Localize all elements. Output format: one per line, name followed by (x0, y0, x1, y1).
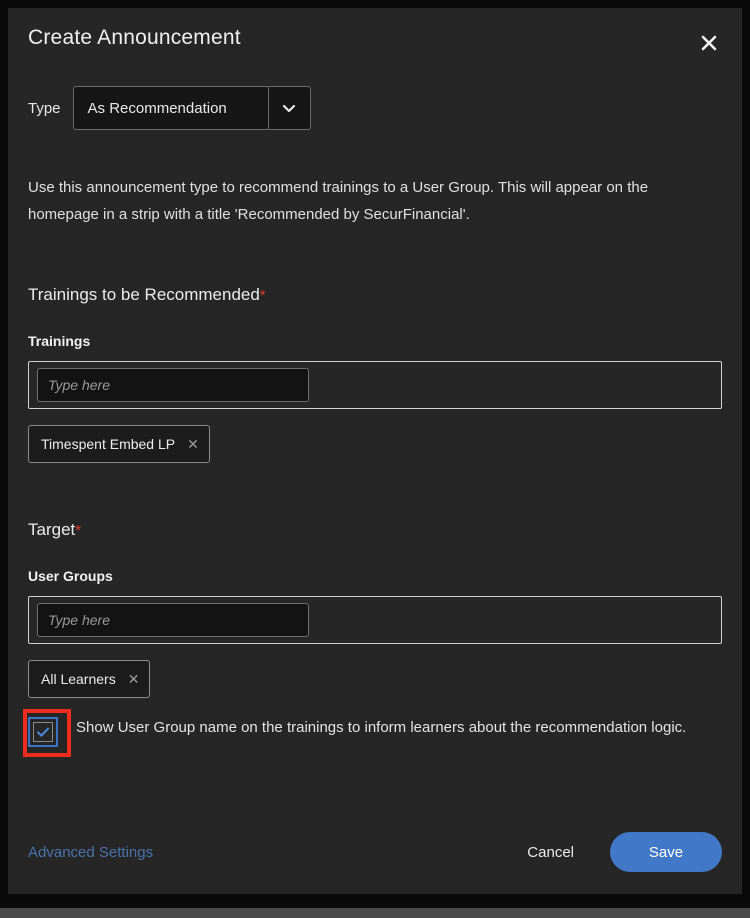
type-select-value: As Recommendation (87, 99, 227, 117)
page-title: Create Announcement (28, 26, 241, 49)
advanced-settings-link[interactable]: Advanced Settings (28, 844, 153, 861)
trainings-token-box[interactable] (28, 361, 722, 409)
trainings-search-input[interactable] (37, 368, 309, 402)
list-item[interactable]: All Learners ✕ (28, 660, 151, 698)
close-icon[interactable] (696, 30, 722, 56)
target-section-heading-text: Target (28, 520, 76, 539)
trainings-section-heading-text: Trainings to be Recommended (28, 285, 260, 304)
checkmark-icon (36, 727, 50, 737)
show-user-group-name-row: Show User Group name on the trainings to… (23, 709, 722, 757)
show-user-group-name-checkbox[interactable] (28, 717, 58, 747)
type-description: Use this announcement type to recommend … (28, 179, 649, 223)
close-icon[interactable]: ✕ (187, 437, 199, 451)
trainings-chip-list: Timespent Embed LP ✕ (28, 425, 722, 463)
checkbox-box (33, 722, 53, 742)
trainings-field-label: Trainings (28, 333, 91, 349)
page-background: Create Announcement Type As Recommendati… (0, 0, 750, 918)
dialog-body: Type As Recommendation Use this announce… (8, 86, 742, 757)
chip-label: Timespent Embed LP (41, 436, 176, 452)
user-groups-field-label: User Groups (28, 568, 113, 584)
required-asterisk: * (259, 287, 266, 304)
list-item[interactable]: Timespent Embed LP ✕ (28, 425, 210, 463)
show-user-group-name-label: Show User Group name on the trainings to… (76, 719, 687, 736)
trainings-section-heading: Trainings to be Recommended* (28, 285, 722, 305)
save-button[interactable]: Save (610, 832, 722, 872)
user-groups-search-input[interactable] (37, 603, 309, 637)
user-groups-chip-list: All Learners ✕ (28, 660, 722, 698)
user-groups-token-box[interactable] (28, 596, 722, 644)
modal-overlay: Create Announcement Type As Recommendati… (0, 0, 750, 908)
chevron-down-icon[interactable] (267, 87, 310, 129)
create-announcement-dialog: Create Announcement Type As Recommendati… (8, 8, 742, 894)
type-select[interactable]: As Recommendation (72, 86, 311, 130)
cancel-button[interactable]: Cancel (519, 838, 582, 867)
dialog-footer: Advanced Settings Cancel Save (8, 810, 742, 894)
required-asterisk: * (75, 522, 82, 539)
chip-label: All Learners (41, 671, 116, 687)
target-section-heading: Target* (28, 520, 722, 540)
dialog-header: Create Announcement (8, 8, 742, 70)
close-icon[interactable]: ✕ (128, 672, 140, 686)
type-row: Type As Recommendation (28, 86, 722, 130)
type-label: Type (28, 99, 61, 117)
